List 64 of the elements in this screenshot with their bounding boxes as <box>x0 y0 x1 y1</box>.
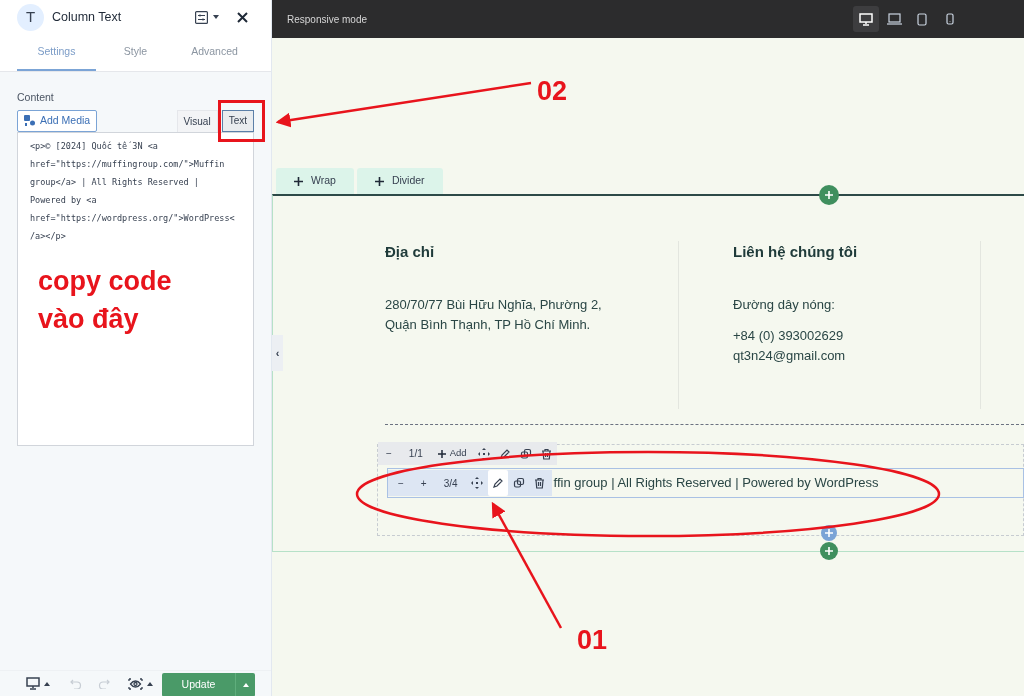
column-heading: Liên hệ chúng tôi <box>733 242 859 262</box>
column-text: Quận Bình Thạnh, TP Hồ Chí Minh. <box>385 316 592 334</box>
annotation-label: 01 <box>577 624 608 657</box>
add-media-button[interactable]: Add Media <box>17 109 98 132</box>
plus-icon <box>825 191 833 199</box>
toolbar-button[interactable]: 3/4 <box>435 470 466 496</box>
add-button[interactable]: Add <box>431 442 473 465</box>
toolbar-button[interactable]: − <box>390 470 412 496</box>
move-icon <box>470 477 483 489</box>
toolbar-button[interactable]: − <box>378 442 400 465</box>
desktop-icon <box>859 12 874 26</box>
element-type-icon: T <box>17 3 44 31</box>
footer-text: ffin group | All Rights Reserved | Powered by WordPress <box>553 474 879 493</box>
column-heading: Địa chỉ <box>385 242 436 262</box>
panel-title: Column Text <box>52 8 122 26</box>
editor-tab[interactable]: Visual <box>176 109 218 132</box>
plus-icon <box>294 176 303 186</box>
plus-icon <box>825 529 833 537</box>
plus-icon <box>374 176 384 186</box>
phone-icon <box>946 13 955 25</box>
plus-icon <box>437 449 446 458</box>
caret-icon <box>147 681 153 686</box>
tablet-icon <box>917 12 928 26</box>
column-text: Đường dây nóng: <box>733 296 836 314</box>
update-options-button[interactable] <box>235 672 255 696</box>
close-icon <box>237 11 248 23</box>
options-button[interactable] <box>195 10 219 24</box>
collapse-panel-button[interactable]: ‹ <box>272 335 283 371</box>
toolbar-button[interactable]: 1/1 <box>400 442 431 465</box>
pencil-icon <box>491 477 504 489</box>
annotation-note: copy code vào đây <box>38 265 173 336</box>
media-icon <box>24 114 36 127</box>
toolbar-button[interactable]: + <box>412 470 435 496</box>
copy-icon <box>512 477 525 489</box>
content-label: Content <box>17 90 55 105</box>
copy-icon <box>519 447 532 460</box>
caret-icon <box>213 15 219 19</box>
undo-icon <box>70 678 82 689</box>
trash-icon <box>541 447 553 460</box>
device-menu-button[interactable] <box>26 677 50 690</box>
redo-icon <box>98 678 110 689</box>
column-text: qt3n24@gmail.com <box>733 347 847 365</box>
caret-icon <box>242 682 249 687</box>
editor-tab[interactable]: Text <box>221 109 254 132</box>
eye-icon <box>128 677 143 690</box>
trash-icon <box>534 477 546 489</box>
column-text: 280/70/77 Bùi Hữu Nghĩa, Phường 2, <box>385 296 603 314</box>
caret-icon <box>44 681 50 686</box>
sliders-icon <box>195 10 208 24</box>
monitor-icon <box>26 677 40 690</box>
top-bar-title: Responsive mode <box>287 12 368 27</box>
add-element-button[interactable]: Divider <box>356 168 443 194</box>
edit-button[interactable] <box>487 470 508 496</box>
device-button[interactable] <box>853 6 880 32</box>
laptop-icon <box>886 13 902 25</box>
plus-icon <box>825 547 833 555</box>
column-text: +84 (0) 393002629 <box>733 327 845 345</box>
annotation-rectangle <box>218 100 265 142</box>
annotation-label: 02 <box>537 75 568 108</box>
add-section-button[interactable] <box>819 185 839 205</box>
add-section-button[interactable] <box>820 542 838 560</box>
close-button[interactable] <box>237 11 248 23</box>
add-element-button[interactable]: Wrap <box>276 168 354 194</box>
preview-button[interactable] <box>128 677 153 690</box>
